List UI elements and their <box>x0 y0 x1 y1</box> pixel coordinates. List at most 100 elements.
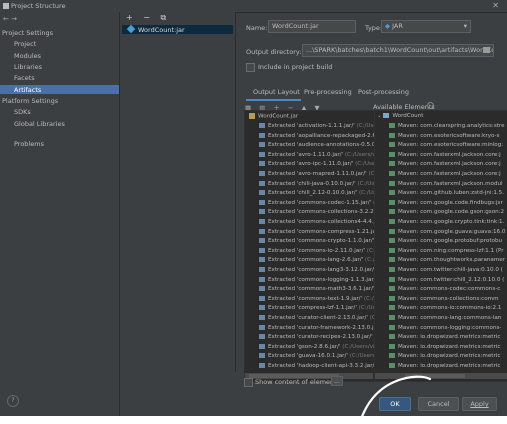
maven-library-item[interactable]: Maven: com.google.crypto.tink:tink:1. <box>389 219 504 228</box>
maven-library-item[interactable]: Maven: io.dropwizard.metrics:metric <box>389 363 500 372</box>
type-select[interactable]: ◆ JAR ▾ <box>381 20 471 33</box>
ok-button[interactable]: OK <box>379 397 411 411</box>
output-directory-field[interactable]: ...\SPARK\batches\batch1\WordCount\out\a… <box>302 44 494 57</box>
extracted-item[interactable]: Extracted 'commons-io-2.11.0.jar/' (C:/U <box>259 247 374 257</box>
maven-library-item[interactable]: Maven: com.google.protobuf:protobu <box>389 238 502 247</box>
apply-button[interactable]: Apply <box>462 397 497 411</box>
extracted-item[interactable]: Extracted 'commons-collections-3.2.2.jar <box>259 209 374 218</box>
maven-library-item[interactable]: Maven: com.github.luben:zstd-jni:1.5. <box>389 190 504 199</box>
extracted-item[interactable]: Extracted 'activation-1.1.1.jar/' (C:/Us… <box>259 123 374 132</box>
show-content-more-button[interactable]: ... <box>331 376 343 386</box>
extracted-item[interactable]: Extracted 'avro-mapred-1.11.0.jar/' (C:/… <box>259 171 374 180</box>
maven-library-item[interactable]: Maven: com.fasterxml.jackson.core:j <box>389 161 501 170</box>
extracted-item[interactable]: Extracted 'compress-lzf-1.1.jar/' (C:/Us… <box>259 305 374 314</box>
extracted-item[interactable]: Extracted 'avro-ipc-1.11.0.jar/' (C:/Use… <box>259 161 374 170</box>
maven-library-item[interactable]: Maven: com.esotericsoftware:minlog: <box>389 142 503 151</box>
nav-item-project[interactable]: Project <box>14 40 36 48</box>
folder-icon[interactable] <box>483 47 490 53</box>
extracted-item[interactable]: Extracted 'guava-16.0.1.jar/' (C:/Users/… <box>259 353 374 362</box>
chevron-down-icon: ▾ <box>463 22 467 30</box>
maven-library-item[interactable]: Maven: com.esotericsoftware:kryo-s <box>389 132 500 142</box>
help-circle-icon[interactable] <box>427 102 434 109</box>
maven-library-label: Maven: com.google.code.gson:gson:2 <box>398 209 505 216</box>
maven-library-item[interactable]: Maven: commons-collections:comm <box>389 295 499 305</box>
maven-library-icon <box>389 247 395 253</box>
artifact-icon <box>126 24 136 34</box>
horizontal-scroll-thumb-right[interactable] <box>405 374 465 378</box>
extracted-item[interactable]: Extracted 'commons-compress-1.21.jar/' <box>259 228 374 238</box>
nav-item-problems[interactable]: Problems <box>14 140 44 148</box>
maven-library-item[interactable]: Maven: io.dropwizard.metrics:metric <box>389 353 500 362</box>
maven-library-item[interactable]: Maven: commons-logging:commons- <box>389 324 501 334</box>
library-icon <box>259 180 265 186</box>
extracted-item[interactable]: Extracted 'curator-framework-2.13.0.jar/… <box>259 324 374 334</box>
nav-arrows[interactable]: ← → <box>3 15 17 23</box>
show-content-checkbox[interactable] <box>244 378 253 387</box>
artifact-item-selected[interactable]: WordCount:jar <box>122 24 233 34</box>
tab-pre-processing[interactable]: Pre-processing <box>304 88 352 96</box>
extracted-item-label: Extracted 'compress-lzf-1.1.jar/' <box>268 305 357 312</box>
maven-library-item[interactable]: Maven: com.fasterxml.jackson.core:j <box>389 151 501 161</box>
tab-post-processing[interactable]: Post-processing <box>358 88 409 96</box>
include-build-checkbox[interactable] <box>246 63 255 72</box>
maven-library-item[interactable]: Maven: commons-codec:commons-c <box>389 286 500 295</box>
maven-library-item[interactable]: Maven: com.thoughtworks.paranamer <box>389 257 505 266</box>
extracted-item[interactable]: Extracted 'chill-java-0.10.0.jar/' (C:/U… <box>259 180 374 190</box>
maven-library-item[interactable]: Maven: com.twitter:chill_2.12:0.10.0 ( <box>389 276 504 286</box>
extracted-item[interactable]: Extracted 'aopalliance-repackaged-2.6.1. <box>259 132 374 142</box>
maven-library-icon <box>389 295 395 301</box>
maven-library-item[interactable]: Maven: com.google.code.gson:gson:2 <box>389 209 504 218</box>
cancel-button[interactable]: Cancel <box>418 397 459 411</box>
library-icon <box>259 228 265 234</box>
extracted-item[interactable]: Extracted 'commons-crypto-1.1.0.jar/' (C <box>259 238 374 247</box>
nav-item-libraries[interactable]: Libraries <box>14 63 42 71</box>
nav-item-artifacts[interactable]: Artifacts <box>14 86 41 94</box>
type-label: Type: <box>365 24 383 32</box>
output-root[interactable]: WordCount.jar <box>249 113 298 122</box>
extracted-item[interactable]: Extracted 'commons-math3-3.6.1.jar/' (C <box>259 286 374 295</box>
name-field[interactable]: WordCount:jar <box>268 20 356 33</box>
library-icon <box>259 334 265 340</box>
extracted-item[interactable]: Extracted 'audience-annotations-0.5.0.ja <box>259 142 374 151</box>
nav-item-sdks[interactable]: SDKs <box>14 108 31 116</box>
window-title: Project Structure <box>11 2 66 10</box>
maven-library-item[interactable]: Maven: io.dropwizard.metrics:metric <box>389 334 500 343</box>
maven-library-icon <box>389 171 395 176</box>
extracted-item[interactable]: Extracted 'commons-lang-2.6.jar/' (C:/U <box>259 257 374 266</box>
maven-library-item[interactable]: Maven: com.clearspring.analytics:stre <box>389 123 505 132</box>
extracted-item[interactable]: Extracted 'chill_2.12-0.10.0.jar/' (C:/U… <box>259 190 374 199</box>
nav-item-facets[interactable]: Facets <box>14 74 35 82</box>
extracted-item[interactable]: Extracted 'commons-collections4-4.4.jar <box>259 219 374 228</box>
close-icon[interactable]: ✕ <box>492 1 499 10</box>
library-icon <box>259 219 265 224</box>
extracted-item[interactable]: Extracted 'curator-recipes-2.13.0.jar/' … <box>259 334 374 343</box>
artifact-toolbar[interactable]: + − ⧉ <box>126 13 170 23</box>
maven-library-item[interactable]: Maven: commons-lang:commons-lan <box>389 315 501 324</box>
available-elements-tree[interactable]: ⌄ WordCount Maven: com.clearspring.analy… <box>374 110 507 382</box>
output-layout-tree[interactable]: WordCount.jar Extracted 'activation-1.1.… <box>244 110 375 382</box>
maven-library-item[interactable]: Maven: commons-io:commons-io:2.1 <box>389 305 501 314</box>
extracted-item[interactable]: Extracted 'curator-client-2.13.0.jar/' (… <box>259 315 374 324</box>
extracted-item-label: Extracted 'chill_2.12-0.10.0.jar/' <box>268 190 358 197</box>
tab-output-layout[interactable]: Output Layout <box>253 88 300 96</box>
help-icon[interactable]: ? <box>7 395 19 407</box>
maven-library-item[interactable]: Maven: io.dropwizard.metrics:metric <box>389 343 500 353</box>
extracted-item[interactable]: Extracted 'hadoop-client-api-3.3.2.jar/'… <box>259 363 374 372</box>
extracted-item-label: Extracted 'commons-logging-1.1.3.jar/' <box>268 276 375 283</box>
extracted-item[interactable]: Extracted 'commons-text-1.9.jar/' (C:/Us <box>259 295 374 305</box>
maven-library-item[interactable]: Maven: com.google.code.findbugs:jsr <box>389 199 503 209</box>
available-root[interactable]: ⌄ WordCount <box>377 113 423 122</box>
nav-item-modules[interactable]: Modules <box>14 52 41 60</box>
extracted-item[interactable]: Extracted 'commons-codec-1.15.jar/' (C:/ <box>259 199 374 209</box>
maven-library-item[interactable]: Maven: com.twitter:chill-java:0.10.0 ( <box>389 267 503 276</box>
extracted-item[interactable]: Extracted 'avro-1.11.0.jar/' (C:/Users/v <box>259 151 374 161</box>
maven-library-label: Maven: com.github.luben:zstd-jni:1.5. <box>398 190 505 197</box>
extracted-item[interactable]: Extracted 'gson-2.8.6.jar/' (C:/Users/vi <box>259 343 374 353</box>
maven-library-item[interactable]: Maven: com.google.guava:guava:16.0 <box>389 228 505 238</box>
extracted-item[interactable]: Extracted 'commons-lang3-3.12.0.jar/' (C <box>259 267 374 276</box>
extracted-item[interactable]: Extracted 'commons-logging-1.1.3.jar/' (… <box>259 276 375 286</box>
maven-library-item[interactable]: Maven: com.fasterxml.jackson.core:j <box>389 171 501 180</box>
maven-library-item[interactable]: Maven: com.fasterxml.jackson.modul <box>389 180 503 190</box>
maven-library-item[interactable]: Maven: com.ning:compress-lzf:1.1 (Pr <box>389 247 504 257</box>
nav-item-global-libraries[interactable]: Global Libraries <box>14 120 65 128</box>
